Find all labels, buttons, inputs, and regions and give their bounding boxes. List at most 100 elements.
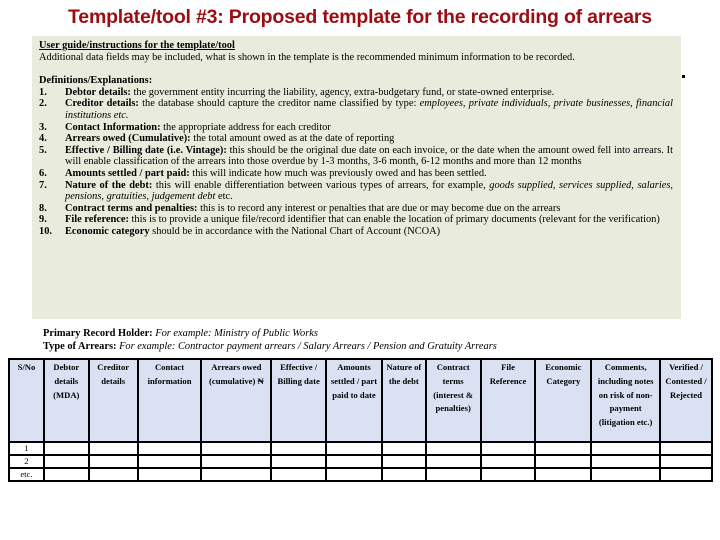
table-cell[interactable] (87, 467, 139, 482)
definition-number: 10. (39, 225, 52, 237)
table-cell[interactable] (325, 454, 383, 469)
table-cell[interactable] (534, 454, 593, 469)
table-cell[interactable] (87, 454, 139, 469)
table-row: 2 (8, 454, 713, 469)
definition-number: 1. (39, 86, 47, 98)
column-header: Economic Category (534, 358, 593, 443)
table-cell[interactable] (200, 454, 273, 469)
definition-number: 4. (39, 133, 47, 145)
serial-number-cell: etc. (8, 467, 45, 482)
bullet-marker (682, 75, 685, 78)
definition-item: 1. Debtor details: the government entity … (39, 87, 673, 99)
table-cell[interactable] (136, 454, 203, 469)
table-cell[interactable] (659, 454, 713, 469)
table-cell[interactable] (380, 454, 427, 469)
definition-item: 8. Contract terms and penalties: this is … (39, 203, 673, 215)
table-cell[interactable] (590, 441, 662, 456)
definition-term: Effective / Billing date (i.e. Vintage): (65, 144, 227, 156)
definition-item: 4. Arrears owed (Cumulative): the total a… (39, 133, 673, 145)
table-header-row: S/No Debtor details (MDA) Creditor details… (8, 358, 713, 443)
definition-item: 9. File reference: this is to provide a u… (39, 214, 673, 226)
table-cell[interactable] (659, 467, 713, 482)
definition-term: Amounts settled / part paid: (65, 167, 190, 179)
definition-number: 2. (39, 98, 47, 110)
column-header: Creditor details (87, 358, 139, 443)
primary-record-holder: Primary Record Holder: For example: Mini… (43, 327, 497, 340)
table-cell[interactable] (42, 454, 90, 469)
table-cell[interactable] (479, 454, 537, 469)
definitions-list: 1. Debtor details: the government entity … (39, 87, 673, 238)
table-cell[interactable] (270, 467, 328, 482)
table-cell[interactable] (380, 467, 427, 482)
definition-number: 3. (39, 121, 47, 133)
serial-number-cell: 2 (8, 454, 45, 469)
table-cell[interactable] (270, 441, 328, 456)
column-header: Contact information (136, 358, 203, 443)
definition-term: Arrears owed (Cumulative): (65, 133, 191, 145)
table-cell[interactable] (590, 467, 662, 482)
definition-number: 6. (39, 167, 47, 179)
definition-term: Contract terms and penalties: (65, 202, 198, 214)
column-header: Comments, including notes on risk of non… (590, 358, 662, 443)
table-cell[interactable] (590, 454, 662, 469)
table-cell[interactable] (380, 441, 427, 456)
table-cell[interactable] (42, 441, 90, 456)
definition-text: the government entity incurring the liab… (130, 86, 555, 98)
definition-text: this will enable differentiation between… (152, 179, 490, 191)
table-cell[interactable] (42, 467, 90, 482)
table-cell[interactable] (424, 454, 482, 469)
column-header: Arrears owed (cumulative) ₦ (200, 358, 273, 443)
table-cell[interactable] (136, 467, 203, 482)
definitions-heading: Definitions/Explanations: (39, 75, 153, 87)
table-cell[interactable] (200, 467, 273, 482)
table-cell[interactable] (534, 441, 593, 456)
column-header: Verified / Contested / Rejected (659, 358, 713, 443)
type-of-arrears-value: For example: Contractor payment arrears … (116, 341, 497, 352)
serial-number-cell: 1 (8, 441, 45, 456)
table-cell[interactable] (424, 441, 482, 456)
definition-item: 7. Nature of the debt: this will enable d… (39, 180, 673, 203)
page-title: Template/tool #3: Proposed template for … (68, 6, 652, 28)
table-row: etc. (8, 467, 713, 482)
column-header: Debtor details (MDA) (42, 358, 90, 443)
definition-text: the database should capture the creditor… (138, 98, 420, 110)
definition-item: 6. Amounts settled / part paid: this will… (39, 168, 673, 180)
column-header: Nature of the debt (380, 358, 427, 443)
column-header: Effective / Billing date (270, 358, 328, 443)
table-cell[interactable] (659, 441, 713, 456)
table-cell[interactable] (270, 454, 328, 469)
column-header: File Reference (479, 358, 537, 443)
table-cell[interactable] (479, 441, 537, 456)
column-header: Amounts settled / part paid to date (325, 358, 383, 443)
primary-record-holder-label: Primary Record Holder: (43, 328, 153, 339)
definition-item: 3. Contact Information: the appropriate a… (39, 122, 673, 134)
table-cell[interactable] (87, 441, 139, 456)
column-header: Contract terms (interest & penalties) (424, 358, 482, 443)
table-cell[interactable] (325, 441, 383, 456)
definition-text: this is to provide a unique file/record … (128, 214, 660, 226)
primary-record-holder-value: For example: Ministry of Public Works (152, 328, 318, 339)
type-of-arrears-label: Type of Arrears: (43, 341, 117, 352)
definition-term: Contact Information: (65, 121, 161, 133)
definition-text: should be in accordance with the Nationa… (149, 225, 441, 237)
table-cell[interactable] (424, 467, 482, 482)
definition-text: the total amount owed as at the date of … (190, 133, 395, 145)
definition-number: 9. (39, 214, 47, 226)
definition-term: Debtor details: (65, 86, 131, 98)
definition-term: File reference: (65, 214, 129, 226)
type-of-arrears: Type of Arrears: For example: Contractor… (43, 340, 497, 353)
table-cell[interactable] (325, 467, 383, 482)
definition-number: 5. (39, 144, 47, 156)
definition-item: 10. Economic category should be in accord… (39, 226, 673, 238)
table-cell[interactable] (136, 441, 203, 456)
definition-text: the appropriate address for each credito… (160, 121, 331, 133)
definition-term: Economic category (65, 225, 150, 237)
user-guide-box: User guide/instructions for the template… (32, 36, 681, 319)
definition-number: 8. (39, 202, 47, 214)
table-cell[interactable] (200, 441, 273, 456)
table-cell[interactable] (534, 467, 593, 482)
definition-item: 5. Effective / Billing date (i.e. Vintage… (39, 145, 673, 168)
table-cell[interactable] (479, 467, 537, 482)
definition-term: Nature of the debt: (65, 179, 153, 191)
arrears-template-table: S/No Debtor details (MDA) Creditor details… (8, 358, 713, 482)
